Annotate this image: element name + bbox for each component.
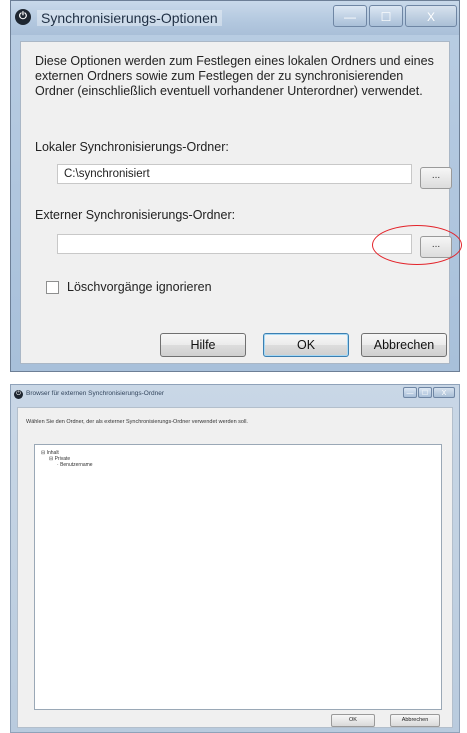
caption-buttons: — ☐ X	[333, 5, 457, 27]
minimize-button[interactable]: —	[333, 5, 367, 27]
app-icon: ⏻	[14, 390, 23, 399]
local-folder-browse-button[interactable]: ...	[420, 167, 452, 189]
title-bar[interactable]: ⏻ Synchronisierungs-Optionen — ☐ X	[11, 1, 459, 35]
cancel-button[interactable]: Abbrechen	[390, 714, 440, 727]
close-button[interactable]: X	[405, 5, 457, 27]
leaf-icon: ·	[57, 462, 59, 468]
ok-button[interactable]: OK	[263, 333, 349, 357]
cancel-button[interactable]: Abbrechen	[361, 333, 447, 357]
ignore-delete-label[interactable]: Löschvorgänge ignorieren	[67, 280, 212, 294]
external-folder-input[interactable]	[57, 234, 412, 254]
folder-tree[interactable]: ⊟ Inhalt ⊟ Private · Benutzername	[34, 444, 442, 710]
sync-options-dialog: ⏻ Synchronisierungs-Optionen — ☐ X Diese…	[10, 0, 460, 372]
caption-buttons: — ☐ X	[403, 387, 455, 398]
dialog-title: Browser für externen Synchronisierungs-O…	[26, 390, 165, 397]
dialog-client-area: Wählen Sie den Ordner, der als externer …	[17, 407, 453, 728]
dialog-title: Synchronisierungs-Optionen	[37, 10, 222, 26]
close-button[interactable]: X	[433, 387, 455, 398]
highlight-circle	[372, 225, 462, 265]
tree-node-label: Benutzername	[60, 462, 93, 468]
ok-button[interactable]: OK	[331, 714, 375, 727]
maximize-button[interactable]: ☐	[369, 5, 403, 27]
folder-browser-dialog: ⏻ Browser für externen Synchronisierungs…	[10, 384, 460, 733]
title-bar[interactable]: ⏻ Browser für externen Synchronisierungs…	[11, 385, 459, 405]
external-folder-label: Externer Synchronisierungs-Ordner:	[35, 208, 236, 222]
expand-icon[interactable]: ⊟	[41, 450, 45, 456]
expand-icon[interactable]: ⊟	[49, 456, 53, 462]
help-button[interactable]: Hilfe	[160, 333, 246, 357]
description-text: Wählen Sie den Ordner, der als externer …	[26, 419, 248, 425]
description-text: Diese Optionen werden zum Festlegen eine…	[35, 54, 434, 98]
dialog-client-area: Diese Optionen werden zum Festlegen eine…	[20, 41, 452, 364]
app-icon: ⏻	[15, 9, 31, 25]
tree-node[interactable]: · Benutzername	[57, 462, 93, 468]
local-folder-label: Lokaler Synchronisierungs-Ordner:	[35, 140, 229, 154]
ignore-delete-checkbox[interactable]	[46, 281, 59, 294]
maximize-button[interactable]: ☐	[418, 387, 432, 398]
minimize-button[interactable]: —	[403, 387, 417, 398]
local-folder-input[interactable]: C:\synchronisiert	[57, 164, 412, 184]
